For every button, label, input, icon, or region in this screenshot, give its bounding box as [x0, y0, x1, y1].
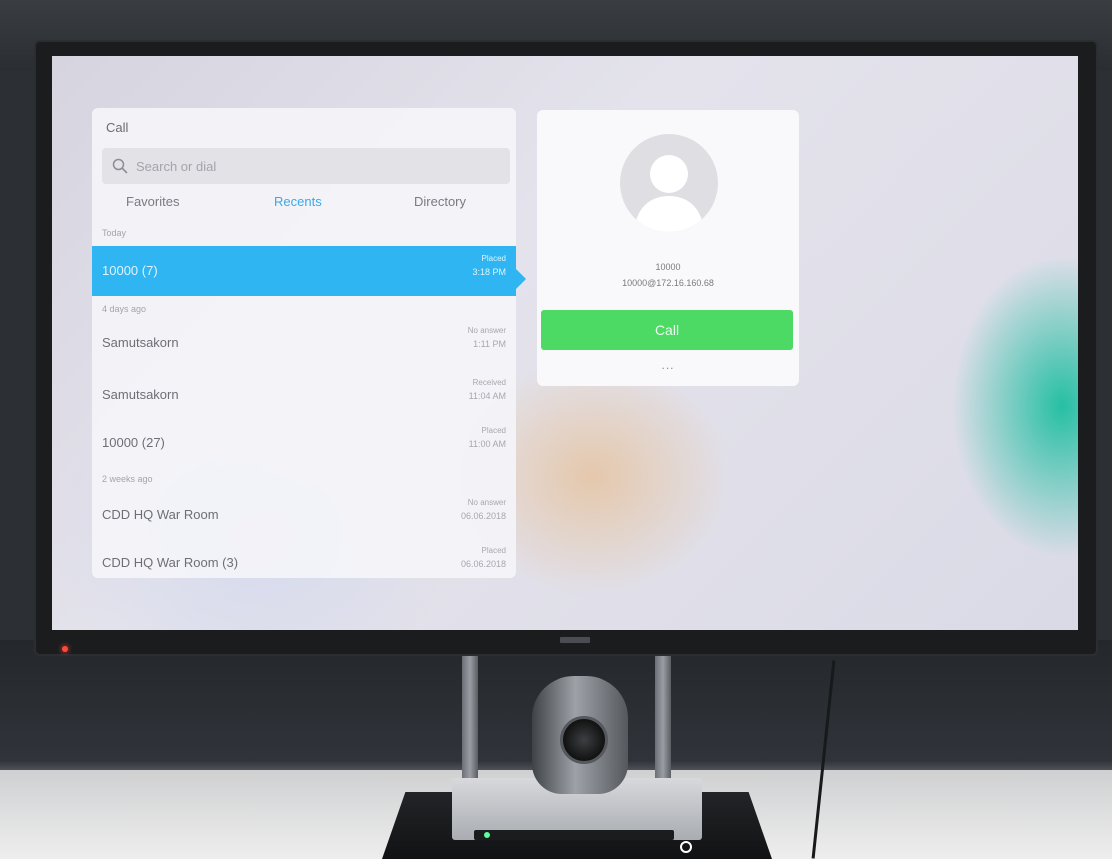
tv-power-light	[62, 646, 68, 652]
camera-lens	[560, 716, 608, 764]
recent-row[interactable]: 10000 (27) Placed 11:00 AM	[92, 418, 516, 468]
tv-stand-right	[655, 640, 671, 780]
section-label-4-days-ago: 4 days ago	[102, 304, 147, 314]
recent-name: CDD HQ War Room (3)	[102, 555, 239, 570]
tab-directory[interactable]: Directory	[414, 194, 466, 209]
section-label-today: Today	[102, 228, 127, 238]
recent-time: 11:04 AM	[468, 391, 506, 401]
codec-status-led	[484, 832, 490, 838]
contact-name: 10000	[655, 262, 681, 272]
tv-stand-left	[462, 640, 478, 780]
recent-name: CDD HQ War Room	[102, 507, 219, 522]
tab-bar: Favorites Recents Directory	[92, 194, 516, 224]
recent-status: Placed	[481, 546, 506, 555]
recent-time: 3:18 PM	[472, 267, 506, 277]
contact-detail-card: 10000 10000@172.16.160.68 Call ...	[537, 110, 799, 386]
recent-status: Placed	[481, 426, 506, 435]
avatar-silhouette-icon	[634, 155, 704, 232]
recent-status: Placed	[481, 254, 506, 263]
search-icon	[112, 158, 128, 174]
recent-row[interactable]: 10000 (7) Placed 3:18 PM	[92, 246, 516, 296]
codec-front-panel	[474, 830, 674, 840]
selection-pointer	[516, 269, 526, 289]
recent-row[interactable]: CDD HQ War Room No answer 06.06.2018	[92, 490, 516, 540]
floor-light	[680, 841, 692, 853]
contact-uri: 10000@172.16.160.68	[622, 278, 714, 288]
more-options-button[interactable]: ...	[653, 358, 683, 376]
recent-time: 11:00 AM	[468, 439, 506, 449]
recent-time: 06.06.2018	[460, 559, 506, 569]
recent-row[interactable]: Samutsakorn Received 11:04 AM	[92, 370, 516, 420]
recent-time: 1:11 PM	[473, 339, 506, 349]
call-panel: Call Favorites Recents Directory Today 1…	[92, 108, 516, 578]
recent-status: No answer	[467, 326, 506, 335]
recent-time: 06.06.2018	[460, 511, 506, 521]
recent-name: Samutsakorn	[102, 387, 179, 402]
search-box[interactable]	[102, 148, 510, 184]
recent-status: Received	[472, 378, 506, 387]
section-label-2-weeks-ago: 2 weeks ago	[102, 474, 153, 484]
tv-screen: Call Favorites Recents Directory Today 1…	[52, 56, 1078, 630]
avatar	[620, 134, 718, 232]
recent-status: No answer	[467, 498, 506, 507]
tab-favorites[interactable]: Favorites	[126, 194, 179, 209]
recent-row[interactable]: CDD HQ War Room (3) Placed 06.06.2018	[92, 538, 516, 578]
recent-name: 10000 (27)	[102, 435, 165, 450]
recent-name: 10000 (7)	[102, 263, 158, 278]
search-input[interactable]	[136, 158, 496, 174]
recent-name: Samutsakorn	[102, 335, 179, 350]
panel-title: Call	[106, 120, 129, 135]
tv-brand-logo	[560, 637, 590, 643]
recent-row[interactable]: Samutsakorn No answer 1:11 PM	[92, 318, 516, 368]
tab-recents[interactable]: Recents	[274, 194, 322, 209]
call-button[interactable]: Call	[541, 310, 793, 350]
